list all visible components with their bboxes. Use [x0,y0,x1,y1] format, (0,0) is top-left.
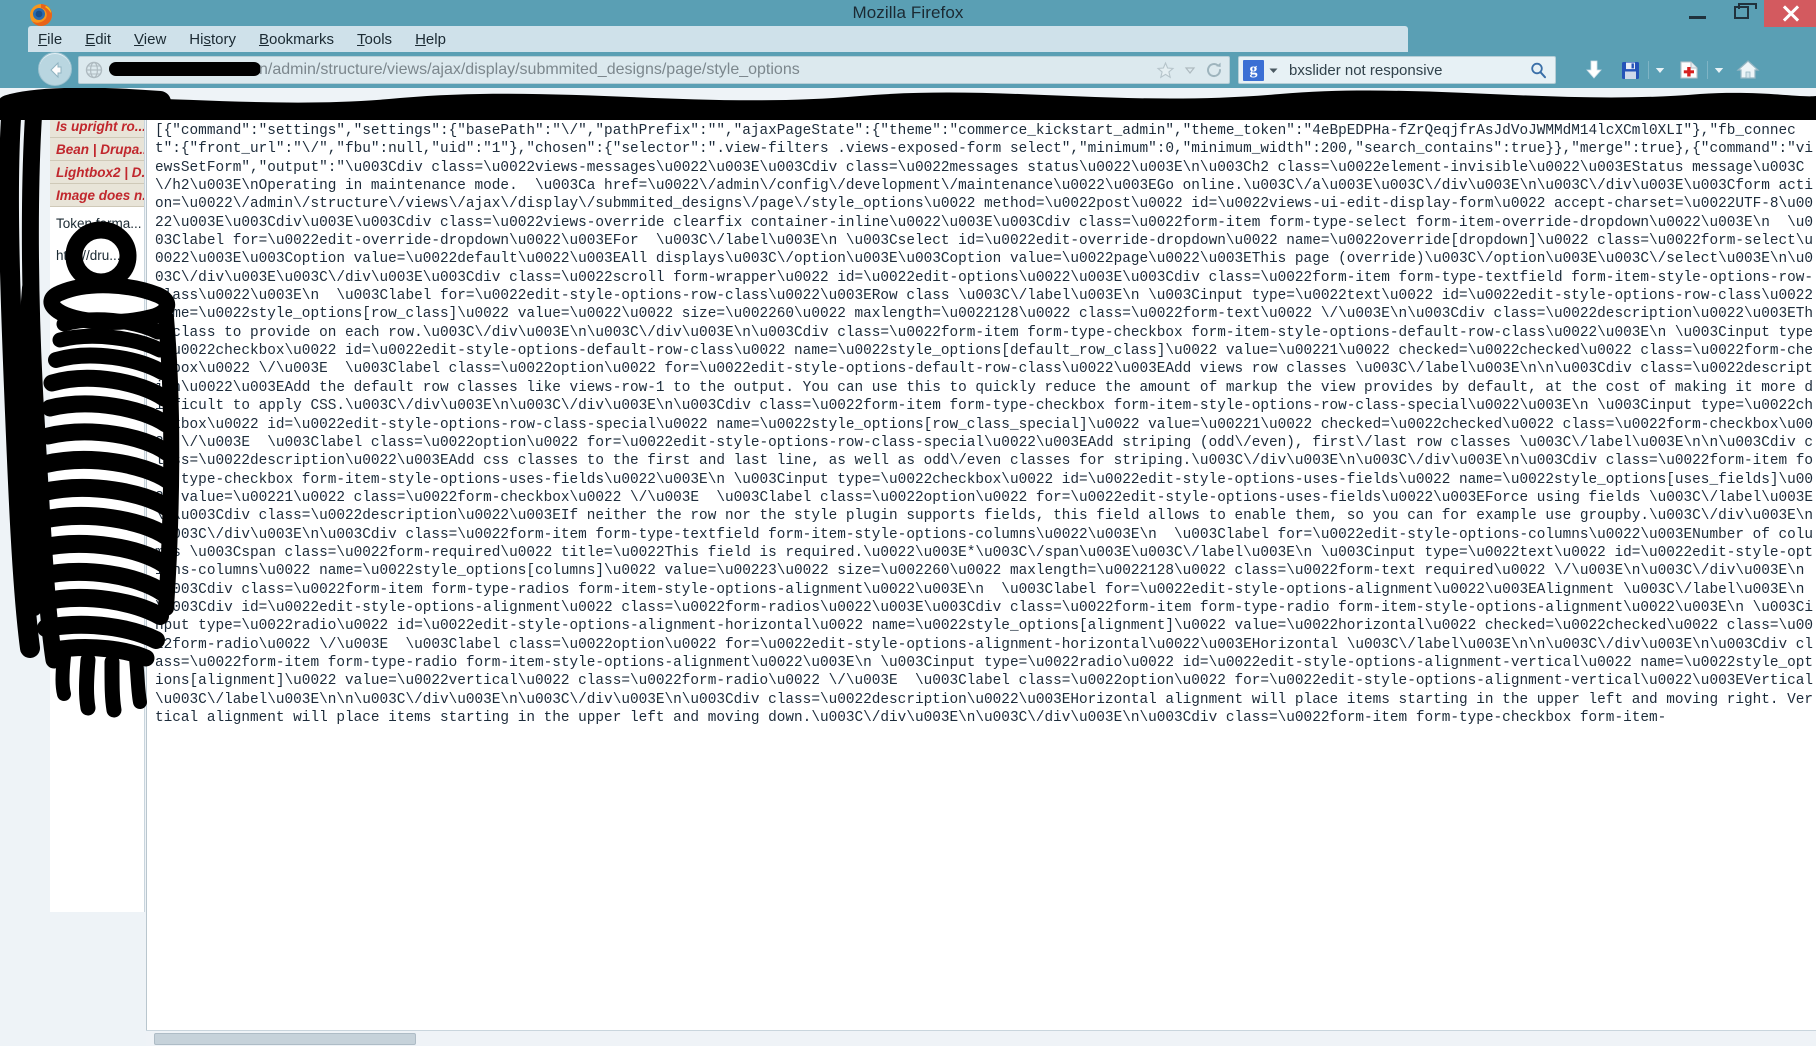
chevron-down-icon[interactable] [1268,65,1279,76]
back-button[interactable] [38,52,72,86]
toolbar-icon-group [1576,52,1766,88]
search-bar[interactable]: g bxslider not responsive [1238,56,1556,84]
magnifier-icon[interactable] [1529,61,1548,80]
bookmark-label: Imported [1450,91,1506,108]
back-arrow-icon [50,61,62,79]
menu-help[interactable]: Help [415,31,446,48]
sidebar-item-0[interactable]: Is upright ro... [50,115,144,138]
globe-icon [85,61,103,79]
firefox-window: Mozilla Firefox File Edit View History B… [0,0,1816,1046]
search-engine-icon[interactable]: g [1243,59,1264,81]
close-button[interactable] [1764,0,1816,27]
menu-edit[interactable]: Edit [85,31,111,48]
horizontal-scrollbar[interactable] [146,1030,1816,1046]
sidebar-item-4[interactable]: Token forma... [50,207,144,239]
menu-tools[interactable]: Tools [357,31,392,48]
title-bar: Mozilla Firefox [0,0,1816,28]
url-text-value: n/admin/structure/views/ajax/display/sub… [259,62,800,78]
menu-view[interactable]: View [134,31,166,48]
menu-bar: File Edit View History Bookmarks Tools H… [28,26,1408,52]
menu-history[interactable]: History [189,31,236,48]
chevron-down-icon[interactable] [1184,64,1196,76]
history-sidebar: Is upright ro... Bean | Drupa... Lightbo… [50,112,145,912]
download-arrow-icon[interactable] [1576,52,1612,88]
menu-file[interactable]: File [38,31,62,48]
folder-icon [1430,91,1446,106]
url-redaction [109,62,261,76]
chevron-down-icon[interactable] [1649,52,1671,88]
bookmark-item-imported[interactable]: Imported [1430,91,1506,108]
sidebar-item-5[interactable]: http://dru... [50,239,144,271]
page-content-area: Is upright ro... Bean | Drupa... Lightbo… [0,112,1816,1046]
scrollbar-thumb[interactable] [154,1033,416,1045]
window-controls [1676,0,1816,28]
first-aid-kit-icon[interactable] [1671,52,1707,88]
json-response-viewport: [{"command":"settings","settings":{"base… [146,116,1816,1046]
bookmarks-bar: Imported [0,88,1816,112]
reload-icon[interactable] [1205,61,1223,79]
url-bar[interactable]: n/admin/structure/views/ajax/display/sub… [78,56,1230,84]
sidebar-item-2[interactable]: Lightbox2 | D... [50,161,144,184]
star-icon[interactable] [1156,61,1175,80]
search-input[interactable]: bxslider not responsive [1289,62,1529,79]
menu-bookmarks[interactable]: Bookmarks [259,31,334,48]
home-icon[interactable] [1730,52,1766,88]
save-floppy-icon[interactable] [1612,52,1648,88]
sidebar-item-1[interactable]: Bean | Drupa... [50,138,144,161]
json-response-text: [{"command":"settings","settings":{"base… [155,123,1814,726]
sidebar-item-3[interactable]: Image does n... [50,184,144,207]
chevron-down-icon[interactable] [1708,52,1730,88]
maximize-button[interactable] [1720,0,1764,26]
url-input[interactable]: n/admin/structure/views/ajax/display/sub… [109,62,1148,78]
minimize-button[interactable] [1676,0,1720,26]
window-title: Mozilla Firefox [852,3,964,22]
